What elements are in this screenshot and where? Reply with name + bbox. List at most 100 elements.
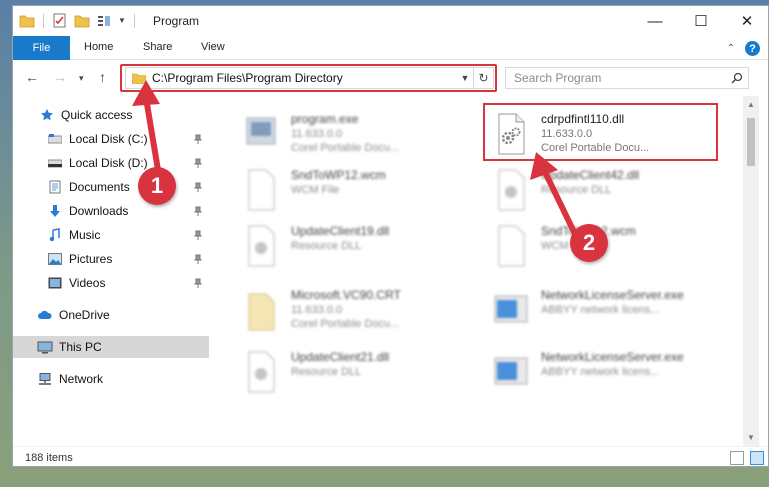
details-view-icon[interactable]	[730, 451, 744, 465]
tab-file[interactable]: File	[13, 36, 70, 60]
file-item[interactable]: UpdateClient19.dll Resource DLL	[241, 222, 481, 274]
file-item[interactable]: Microsoft.VC90.CRT 11.633.0.0 Corel Port…	[241, 286, 481, 338]
sidebar-item-local-disk-c[interactable]: Local Disk (C:)	[13, 128, 209, 150]
tab-home[interactable]: Home	[84, 41, 113, 53]
sidebar-item-this-pc[interactable]: This PC	[13, 336, 209, 358]
tab-share[interactable]: Share	[143, 41, 172, 53]
ribbon-right: ⌃ ?	[727, 41, 760, 56]
pin-icon[interactable]	[193, 158, 203, 168]
sidebar-item-music[interactable]: Music	[13, 224, 209, 246]
callout-1: 1	[138, 167, 176, 205]
drive-icon	[47, 132, 63, 146]
file-version: 11.633.0.0	[291, 128, 343, 140]
up-arrow-icon[interactable]: ↑	[99, 69, 106, 85]
file-name: UpdateClient21.dll	[291, 350, 390, 364]
file-item[interactable]: program.exe 11.633.0.0 Corel Portable Do…	[241, 110, 481, 162]
search-icon[interactable]	[726, 72, 748, 84]
pin-icon[interactable]	[193, 134, 203, 144]
file-name: UpdateClient19.dll	[291, 224, 390, 238]
new-folder-icon[interactable]	[74, 13, 90, 28]
file-name: NetworkLicenseServer.exe	[541, 288, 684, 302]
sidebar-item-pictures[interactable]: Pictures	[13, 248, 209, 270]
file-item[interactable]: SndToWP12.wcm WCM File	[491, 222, 731, 274]
expand-ribbon-icon[interactable]: ⌃	[727, 43, 735, 54]
address-bar[interactable]: C:\Program Files\Program Directory ▼ ↻	[125, 67, 494, 89]
back-arrow-icon[interactable]: ←	[25, 69, 39, 85]
file-type: Resource DLL	[291, 240, 362, 252]
cloud-icon	[37, 308, 53, 322]
generic-file-icon	[248, 169, 275, 211]
address-dropdown-icon[interactable]: ▼	[457, 73, 473, 83]
customize-toolbar-icon[interactable]	[96, 13, 112, 28]
forward-arrow-icon[interactable]: →	[53, 69, 67, 85]
address-path[interactable]: C:\Program Files\Program Directory	[152, 71, 457, 85]
status-bar: 188 items	[13, 446, 768, 466]
drive-icon	[47, 156, 63, 170]
file-description: Corel Portable Docu...	[291, 142, 400, 154]
file-item[interactable]: UpdateClient21.dll Resource DLL	[241, 348, 481, 400]
sidebar-item-local-disk-d[interactable]: Local Disk (D:)	[13, 152, 209, 174]
refresh-icon[interactable]: ↻	[473, 68, 493, 88]
dll-file-icon	[248, 351, 275, 393]
sidebar-item-network[interactable]: Network	[13, 368, 209, 390]
minimize-button[interactable]: —	[632, 6, 678, 36]
dll-file-icon	[498, 169, 525, 211]
file-item[interactable]: NetworkLicenseServer.exe ABBYY network l…	[491, 348, 731, 400]
sidebar-item-label: Local Disk (C:)	[69, 132, 148, 146]
sidebar-item-downloads[interactable]: Downloads	[13, 200, 209, 222]
quick-access-toolbar: ▼	[19, 13, 137, 28]
sidebar-item-label: Quick access	[61, 108, 133, 122]
file-description: ABBYY network licens...	[541, 366, 660, 378]
file-description: Corel Portable Docu...	[291, 318, 400, 330]
properties-icon[interactable]	[52, 13, 68, 28]
download-icon	[47, 204, 63, 218]
pin-icon[interactable]	[193, 230, 203, 240]
network-icon	[37, 372, 53, 386]
sidebar-item-videos[interactable]: Videos	[13, 272, 209, 294]
recent-locations-icon[interactable]: ▾	[79, 73, 84, 84]
sidebar-item-label: Local Disk (D:)	[69, 156, 148, 170]
exe-file-icon	[494, 357, 528, 385]
file-name: program.exe	[291, 112, 359, 126]
maximize-button[interactable]: ☐	[678, 6, 724, 36]
pin-icon[interactable]	[193, 254, 203, 264]
sidebar-item-documents[interactable]: Documents	[13, 176, 209, 198]
file-name: SndToWP12.wcm	[291, 168, 386, 182]
file-item[interactable]: NetworkLicenseServer.exe ABBYY network l…	[491, 286, 731, 338]
ribbon-tabs: File Home Share View ⌃ ?	[13, 36, 768, 60]
file-item[interactable]: SndToWP12.wcm WCM File	[241, 166, 481, 218]
sidebar-item-label: Downloads	[69, 204, 129, 218]
scroll-up-icon[interactable]: ▲	[747, 100, 755, 109]
generic-file-icon	[498, 225, 525, 267]
vertical-scrollbar[interactable]: ▲ ▼	[743, 96, 759, 446]
title-bar: ▼ Program — ☐ ✕	[13, 6, 768, 36]
pictures-icon	[47, 252, 63, 266]
search-box[interactable]	[505, 67, 749, 89]
chevron-down-icon[interactable]: ▼	[118, 16, 126, 25]
scroll-down-icon[interactable]: ▼	[747, 433, 755, 442]
large-icons-view-icon[interactable]	[750, 451, 764, 465]
navigation-bar: ← → ▾ ↑ C:\Program Files\Program Directo…	[13, 60, 768, 96]
view-buttons	[730, 451, 764, 465]
search-input[interactable]	[506, 71, 726, 85]
pin-icon[interactable]	[193, 278, 203, 288]
pin-icon[interactable]	[193, 206, 203, 216]
scroll-thumb[interactable]	[747, 118, 755, 166]
toolbar-separator	[43, 13, 44, 28]
pin-icon[interactable]	[193, 182, 203, 192]
folder-icon	[132, 73, 146, 84]
file-item[interactable]: UpdateClient42.dll Resource DLL	[491, 166, 731, 218]
callout-2: 2	[570, 224, 608, 262]
file-type: WCM File	[291, 184, 340, 196]
navigation-pane: Quick access Local Disk (C:) Local Disk …	[13, 96, 209, 446]
close-button[interactable]: ✕	[724, 6, 768, 36]
dll-file-icon	[248, 225, 275, 267]
sidebar-item-quick-access[interactable]: Quick access	[13, 104, 209, 126]
tab-view[interactable]: View	[201, 41, 225, 53]
file-type: Resource DLL	[541, 184, 612, 196]
music-icon	[47, 228, 63, 242]
file-version: 11.633.0.0	[291, 304, 343, 316]
toolbar-separator	[133, 13, 135, 28]
sidebar-item-onedrive[interactable]: OneDrive	[13, 304, 209, 326]
help-icon[interactable]: ?	[745, 41, 760, 56]
